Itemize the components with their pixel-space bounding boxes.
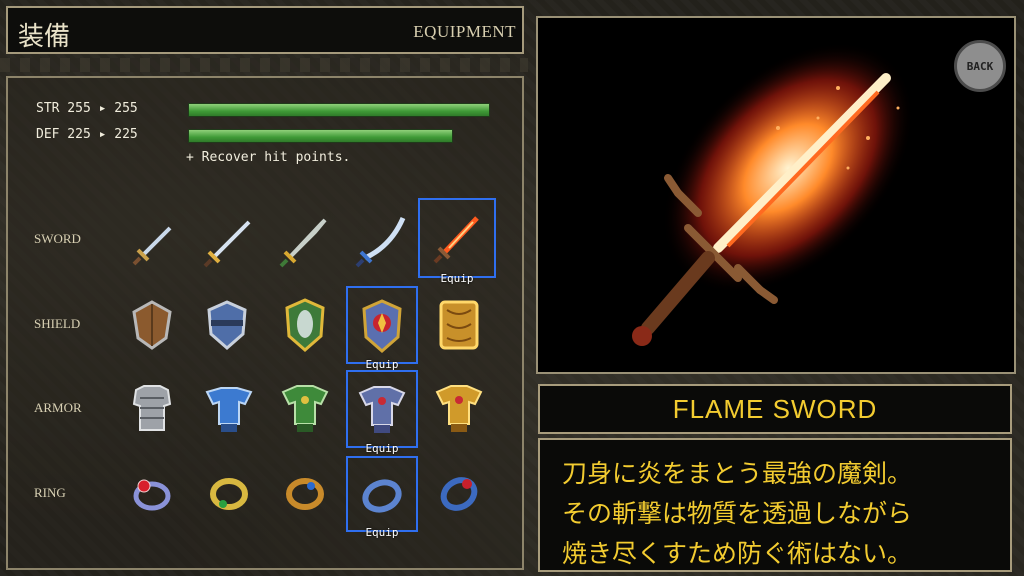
- flame-sword-icon: [433, 216, 479, 264]
- def-bar: [188, 129, 453, 143]
- item-description-line-3: 焼き尽くすため防ぐ術はない。: [562, 539, 913, 568]
- title-en: EQUIPMENT: [413, 22, 516, 41]
- chain-mail-icon: [132, 385, 172, 431]
- item-description: 刀身に炎をまとう最強の魔剣。 その斬撃は物質を透過しながら 焼き尽くすため防ぐ術…: [538, 438, 1012, 572]
- slot-armor-4[interactable]: Equip: [346, 370, 418, 455]
- ruby-crest-shield-icon: [362, 299, 402, 353]
- effect-text: + Recover hit points.: [186, 150, 351, 165]
- row-label-shield: SHIELD: [34, 316, 81, 331]
- item-name: FLAME SWORD: [538, 384, 1012, 434]
- slot-ring-1[interactable]: [117, 456, 187, 528]
- gold-shield-icon: [439, 300, 479, 350]
- blue-plate-armor-icon: [205, 387, 253, 432]
- ornament-divider: [0, 58, 528, 72]
- flame-sword-large-icon: [632, 42, 914, 346]
- slot-shield-1[interactable]: [117, 288, 187, 360]
- equip-label-ring: Equip: [365, 526, 399, 539]
- title-bar: 装備 EQUIPMENT: [6, 6, 524, 54]
- equipment-panel: 装備 EQUIPMENT STR 255 ▸ 255 DEF 225 ▸ 225…: [0, 0, 528, 576]
- short-sword-icon: [132, 226, 172, 266]
- slot-sword-4[interactable]: [346, 204, 416, 276]
- slot-shield-5[interactable]: [424, 288, 494, 360]
- green-plate-armor-icon: [281, 385, 329, 432]
- item-description-line-2: その斬撃は物質を透過しながら: [562, 499, 913, 528]
- slot-ring-2[interactable]: [194, 456, 264, 528]
- gold-armor-icon: [435, 385, 483, 432]
- row-label-ring: RING: [34, 485, 66, 500]
- ruby-ring-icon: [133, 479, 171, 511]
- sapphire-ring-icon: [362, 479, 402, 513]
- mirror-shield-icon: [285, 298, 325, 352]
- slot-shield-2[interactable]: [192, 288, 262, 360]
- equip-label-sword: Equip: [440, 272, 474, 285]
- slot-armor-3[interactable]: [270, 372, 340, 444]
- slot-armor-1[interactable]: [117, 372, 187, 444]
- back-button[interactable]: BACK: [954, 40, 1006, 92]
- row-label-armor: ARMOR: [34, 400, 82, 415]
- def-stat: DEF 225 ▸ 225: [36, 127, 138, 142]
- row-label-sword: SWORD: [34, 231, 81, 246]
- slot-shield-4[interactable]: Equip: [346, 286, 418, 371]
- steel-plate-armor-icon: [358, 386, 406, 433]
- slot-shield-3[interactable]: [270, 288, 340, 360]
- slot-ring-4[interactable]: Equip: [346, 456, 418, 539]
- long-sword-icon: [203, 220, 251, 268]
- garnet-ring-icon: [440, 477, 478, 511]
- detail-panel: BACK FLAME SWORD 刀身に炎をまとう最強の魔剣。 その斬撃は物質を…: [532, 6, 1018, 572]
- slot-sword-5[interactable]: Equip: [418, 198, 496, 285]
- item-description-line-1: 刀身に炎をまとう最強の魔剣。: [562, 459, 913, 488]
- str-stat: STR 255 ▸ 255: [36, 101, 138, 116]
- slot-sword-3[interactable]: [270, 204, 340, 276]
- item-preview: BACK: [536, 16, 1016, 374]
- slot-armor-2[interactable]: [194, 372, 264, 444]
- slot-ring-3[interactable]: [270, 456, 340, 528]
- slot-sword-2[interactable]: [194, 204, 264, 276]
- title-jp: 装備: [18, 22, 71, 52]
- slot-sword-1[interactable]: [121, 204, 191, 276]
- green-hilt-sword-icon: [279, 218, 327, 268]
- iron-shield-icon: [207, 300, 247, 350]
- amber-ring-icon: [286, 478, 324, 510]
- equip-label-armor: Equip: [365, 442, 399, 455]
- slot-armor-5[interactable]: [424, 372, 494, 444]
- str-bar: [188, 103, 490, 117]
- wooden-shield-icon: [132, 300, 172, 350]
- blue-scimitar-icon: [355, 216, 406, 268]
- slot-ring-5[interactable]: [424, 456, 494, 528]
- emerald-ring-icon: [210, 478, 248, 510]
